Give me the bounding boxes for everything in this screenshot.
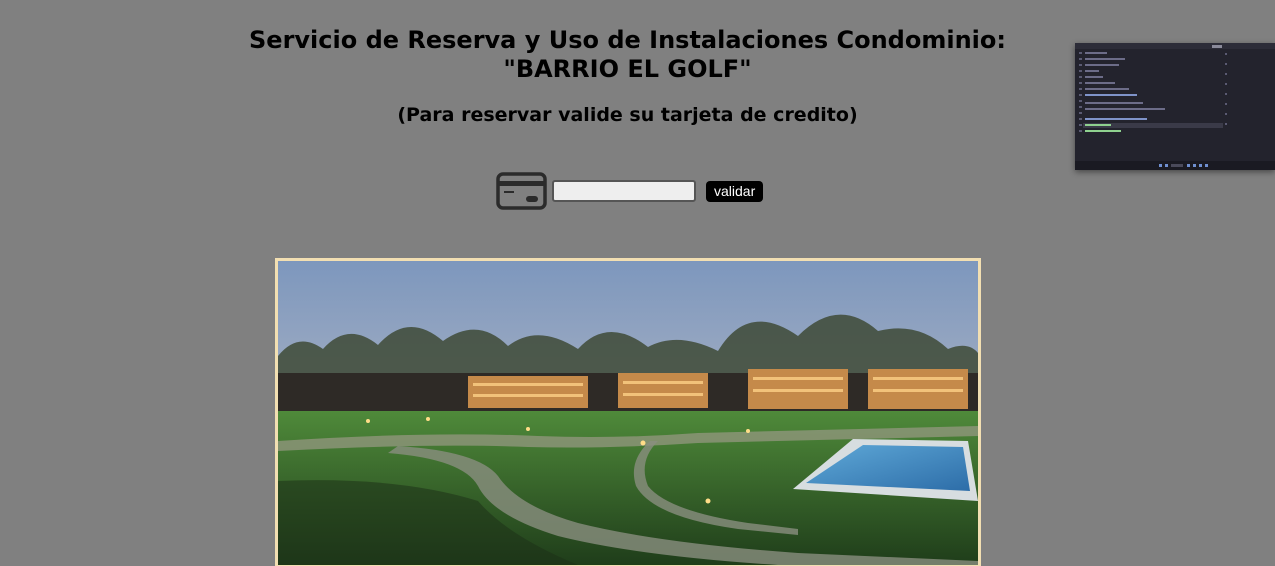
condominium-photo — [275, 258, 981, 566]
validar-button[interactable]: validar — [706, 180, 764, 202]
code-editor-window-thumbnail[interactable] — [1075, 43, 1275, 170]
page-title: Servicio de Reserva y Uso de Instalacion… — [0, 26, 1255, 84]
condominium-photo-image — [278, 261, 978, 565]
page: Servicio de Reserva y Uso de Instalacion… — [0, 0, 1275, 566]
page-title-line1: Servicio de Reserva y Uso de Instalacion… — [249, 26, 1006, 54]
code-editor-thumbnail-image — [1075, 43, 1275, 170]
page-subtitle: (Para reservar valide su tarjeta de cred… — [397, 104, 858, 126]
credit-card-icon — [496, 172, 547, 210]
credit-card-input[interactable] — [552, 180, 696, 202]
page-title-line2: "BARRIO EL GOLF" — [503, 55, 752, 83]
card-validation-form: validar — [496, 172, 764, 210]
